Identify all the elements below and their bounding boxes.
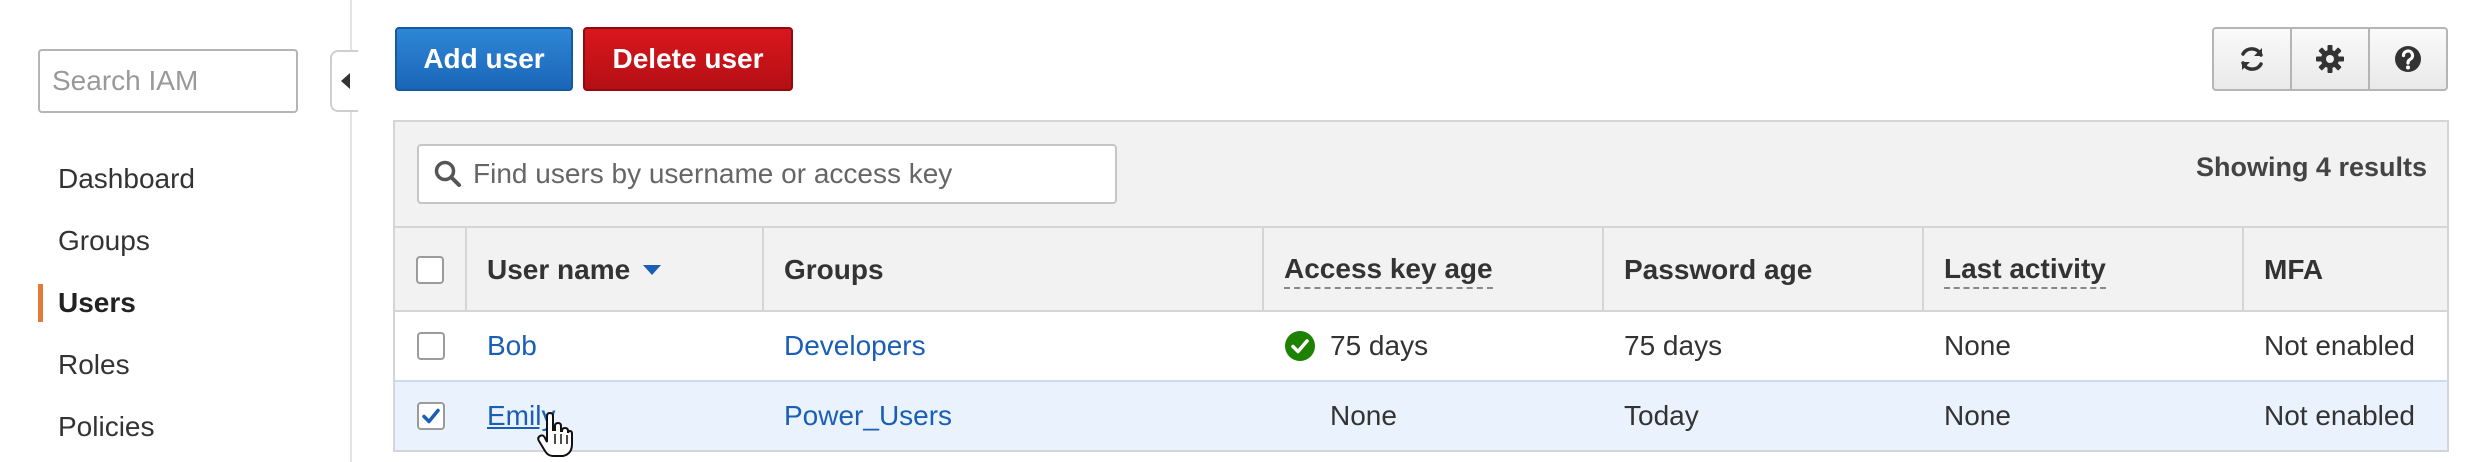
sort-descending-icon <box>643 265 662 275</box>
hand-pointer-cursor-icon <box>537 412 573 457</box>
results-count: Showing 4 results <box>2195 152 2427 182</box>
last-activity-cell: None <box>1924 382 2244 450</box>
mfa-value: Not enabled <box>2264 330 2416 361</box>
sidebar: Search IAM Dashboard Groups Users Roles … <box>0 0 352 462</box>
row-checkbox-cell <box>395 312 467 380</box>
mfa-value: Not enabled <box>2264 400 2416 431</box>
check-circle-icon <box>1285 331 1315 361</box>
username-cell: Emily <box>467 382 764 450</box>
help-icon <box>2395 46 2421 72</box>
row-checkbox-checked[interactable] <box>417 402 445 430</box>
mfa-cell: Not enabled <box>2244 382 2447 450</box>
access-key-age-cell: 75 days <box>1264 312 1604 380</box>
password-age-cell: 75 days <box>1604 312 1924 380</box>
settings-button[interactable] <box>2292 29 2370 89</box>
sidebar-collapse-button[interactable] <box>330 50 358 112</box>
column-header-username-label: User name <box>487 254 631 285</box>
sidebar-item-policies[interactable]: Policies <box>38 396 195 458</box>
column-header-last-activity-label: Last activity <box>1944 251 2106 289</box>
group-link[interactable]: Power_Users <box>784 400 952 432</box>
access-key-age-value: 75 days <box>1330 330 1429 361</box>
table-row[interactable]: Bob Developers 75 days 75 days None Not … <box>395 310 2447 380</box>
last-activity-value: None <box>1944 400 2011 431</box>
group-link[interactable]: Developers <box>784 330 926 362</box>
column-header-mfa[interactable]: MFA <box>2244 228 2447 312</box>
mfa-cell: Not enabled <box>2244 312 2447 380</box>
refresh-button[interactable] <box>2214 29 2292 89</box>
header-checkbox-cell <box>395 228 467 312</box>
username-cell: Bob <box>467 312 764 380</box>
column-header-access-key-age-label: Access key age <box>1284 251 1493 289</box>
table-row[interactable]: Emily Power_Users None Today None Not en… <box>395 380 2447 450</box>
toolbar-icon-group <box>2212 27 2448 91</box>
column-header-access-key-age[interactable]: Access key age <box>1264 228 1604 312</box>
checkmark-icon <box>422 408 440 424</box>
search-iam-input[interactable]: Search IAM <box>38 49 298 113</box>
sidebar-item-groups[interactable]: Groups <box>38 210 195 272</box>
sidebar-item-dashboard[interactable]: Dashboard <box>38 148 195 210</box>
gear-icon <box>2316 45 2344 73</box>
select-all-checkbox[interactable] <box>416 256 444 284</box>
sidebar-item-roles[interactable]: Roles <box>38 334 195 396</box>
add-user-button[interactable]: Add user <box>395 27 573 91</box>
caret-left-icon <box>341 73 350 89</box>
sidebar-item-users[interactable]: Users <box>38 272 195 334</box>
refresh-icon <box>2241 47 2263 71</box>
users-table-panel: Find users by username or access key Sho… <box>393 120 2449 452</box>
find-users-placeholder: Find users by username or access key <box>473 158 953 189</box>
table-header: User name Groups Access key age Password… <box>395 226 2447 312</box>
password-age-cell: Today <box>1604 382 1924 450</box>
search-icon <box>434 160 461 187</box>
column-header-password-age-label: Password age <box>1624 254 1813 285</box>
help-button[interactable] <box>2370 29 2446 89</box>
row-checkbox[interactable] <box>417 332 445 360</box>
last-activity-cell: None <box>1924 312 2244 380</box>
last-activity-value: None <box>1944 330 2011 361</box>
search-iam-placeholder: Search IAM <box>52 65 199 96</box>
column-header-groups-label: Groups <box>784 254 884 285</box>
password-age-value: 75 days <box>1624 330 1723 361</box>
delete-user-button[interactable]: Delete user <box>583 27 793 91</box>
access-key-age-value: None <box>1330 400 1397 431</box>
column-header-mfa-label: MFA <box>2264 254 2324 285</box>
column-header-groups[interactable]: Groups <box>764 228 1264 312</box>
find-users-input[interactable]: Find users by username or access key <box>417 144 1117 204</box>
sidebar-nav: Dashboard Groups Users Roles Policies <box>38 148 195 458</box>
username-link[interactable]: Bob <box>487 330 537 362</box>
groups-cell: Developers <box>764 312 1264 380</box>
column-header-password-age[interactable]: Password age <box>1604 228 1924 312</box>
column-header-last-activity[interactable]: Last activity <box>1924 228 2244 312</box>
password-age-value: Today <box>1624 400 1699 431</box>
row-checkbox-cell <box>395 382 467 450</box>
column-header-username[interactable]: User name <box>467 228 764 312</box>
groups-cell: Power_Users <box>764 382 1264 450</box>
access-key-age-cell: None <box>1264 382 1604 450</box>
